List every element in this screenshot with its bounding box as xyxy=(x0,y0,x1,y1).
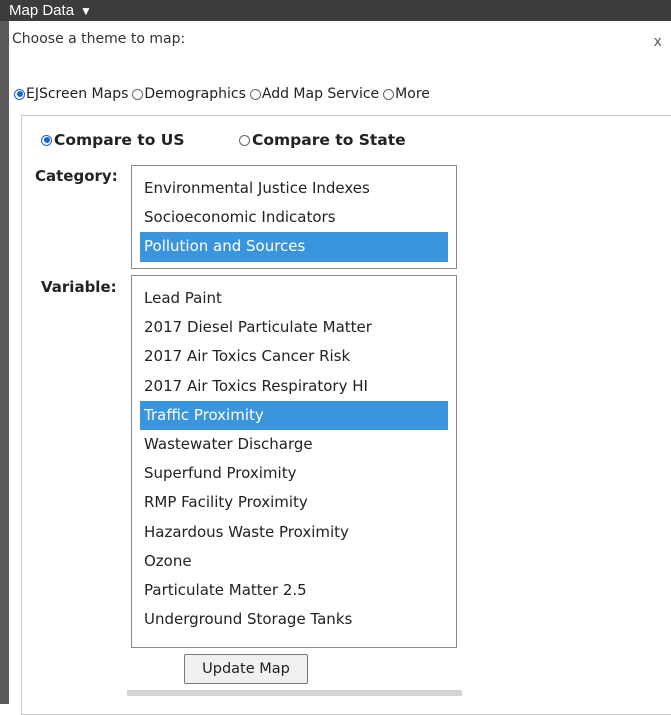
update-map-button[interactable]: Update Map xyxy=(184,654,308,684)
compare-to-us-option[interactable]: Compare to US xyxy=(41,131,239,149)
variable-option[interactable]: Underground Storage Tanks xyxy=(140,605,448,634)
theme-option-label: Demographics xyxy=(144,86,246,102)
theme-option-label: Add Map Service xyxy=(261,86,380,102)
radio-icon[interactable] xyxy=(239,134,250,146)
variable-option[interactable]: Ozone xyxy=(140,547,448,576)
variable-option[interactable]: 2017 Diesel Particulate Matter xyxy=(140,313,448,342)
compare-option-label: Compare to State xyxy=(252,131,406,149)
theme-option-add-map-service[interactable]: Add Map Service xyxy=(249,86,380,102)
category-option-selected[interactable]: Pollution and Sources xyxy=(140,232,448,262)
horizontal-scrollbar[interactable] xyxy=(127,690,462,696)
category-label: Category: xyxy=(35,167,118,185)
variable-option[interactable]: Lead Paint xyxy=(140,284,448,313)
theme-option-more[interactable]: More xyxy=(383,86,430,102)
radio-selected-icon[interactable] xyxy=(14,88,25,100)
variable-listbox[interactable]: Lead Paint 2017 Diesel Particulate Matte… xyxy=(131,275,457,648)
theme-option-label: EJScreen Maps xyxy=(26,86,129,102)
theme-option-ejscreen-maps[interactable]: EJScreen Maps xyxy=(14,86,128,102)
radio-icon[interactable] xyxy=(132,88,144,100)
theme-radio-group: EJScreen Maps Demographics Add Map Servi… xyxy=(14,86,434,102)
category-option[interactable]: Environmental Justice Indexes xyxy=(140,174,448,203)
radio-selected-icon[interactable] xyxy=(41,134,52,146)
variable-option[interactable]: Wastewater Discharge xyxy=(140,430,448,459)
left-edge-bar xyxy=(0,21,9,704)
variable-option[interactable]: Hazardous Waste Proximity xyxy=(140,518,448,547)
variable-option[interactable]: 2017 Air Toxics Respiratory HI xyxy=(140,372,448,401)
theme-prompt: Choose a theme to map: xyxy=(12,31,186,47)
radio-icon[interactable] xyxy=(249,88,261,100)
category-listbox[interactable]: Environmental Justice Indexes Socioecono… xyxy=(131,165,457,269)
category-option[interactable]: Socioeconomic Indicators xyxy=(140,203,448,232)
variable-option[interactable]: RMP Facility Proximity xyxy=(140,488,448,517)
variable-option-selected[interactable]: Traffic Proximity xyxy=(140,400,448,430)
variable-option[interactable]: Particulate Matter 2.5 xyxy=(140,576,448,605)
panel-title: Map Data xyxy=(9,2,75,19)
theme-option-label: More xyxy=(395,86,430,102)
compare-option-label: Compare to US xyxy=(54,131,185,149)
variable-label: Variable: xyxy=(41,278,117,296)
compare-radio-group: Compare to US Compare to State xyxy=(41,131,406,149)
variable-option[interactable]: Superfund Proximity xyxy=(140,459,448,488)
panel-title-bar[interactable]: Map Data ▼ xyxy=(0,0,671,21)
close-icon[interactable]: x xyxy=(654,33,662,50)
radio-icon[interactable] xyxy=(383,88,395,100)
variable-option[interactable]: 2017 Air Toxics Cancer Risk xyxy=(140,342,448,371)
theme-option-demographics[interactable]: Demographics xyxy=(132,86,246,102)
chevron-down-icon[interactable]: ▼ xyxy=(80,4,92,18)
compare-to-state-option[interactable]: Compare to State xyxy=(239,131,406,149)
